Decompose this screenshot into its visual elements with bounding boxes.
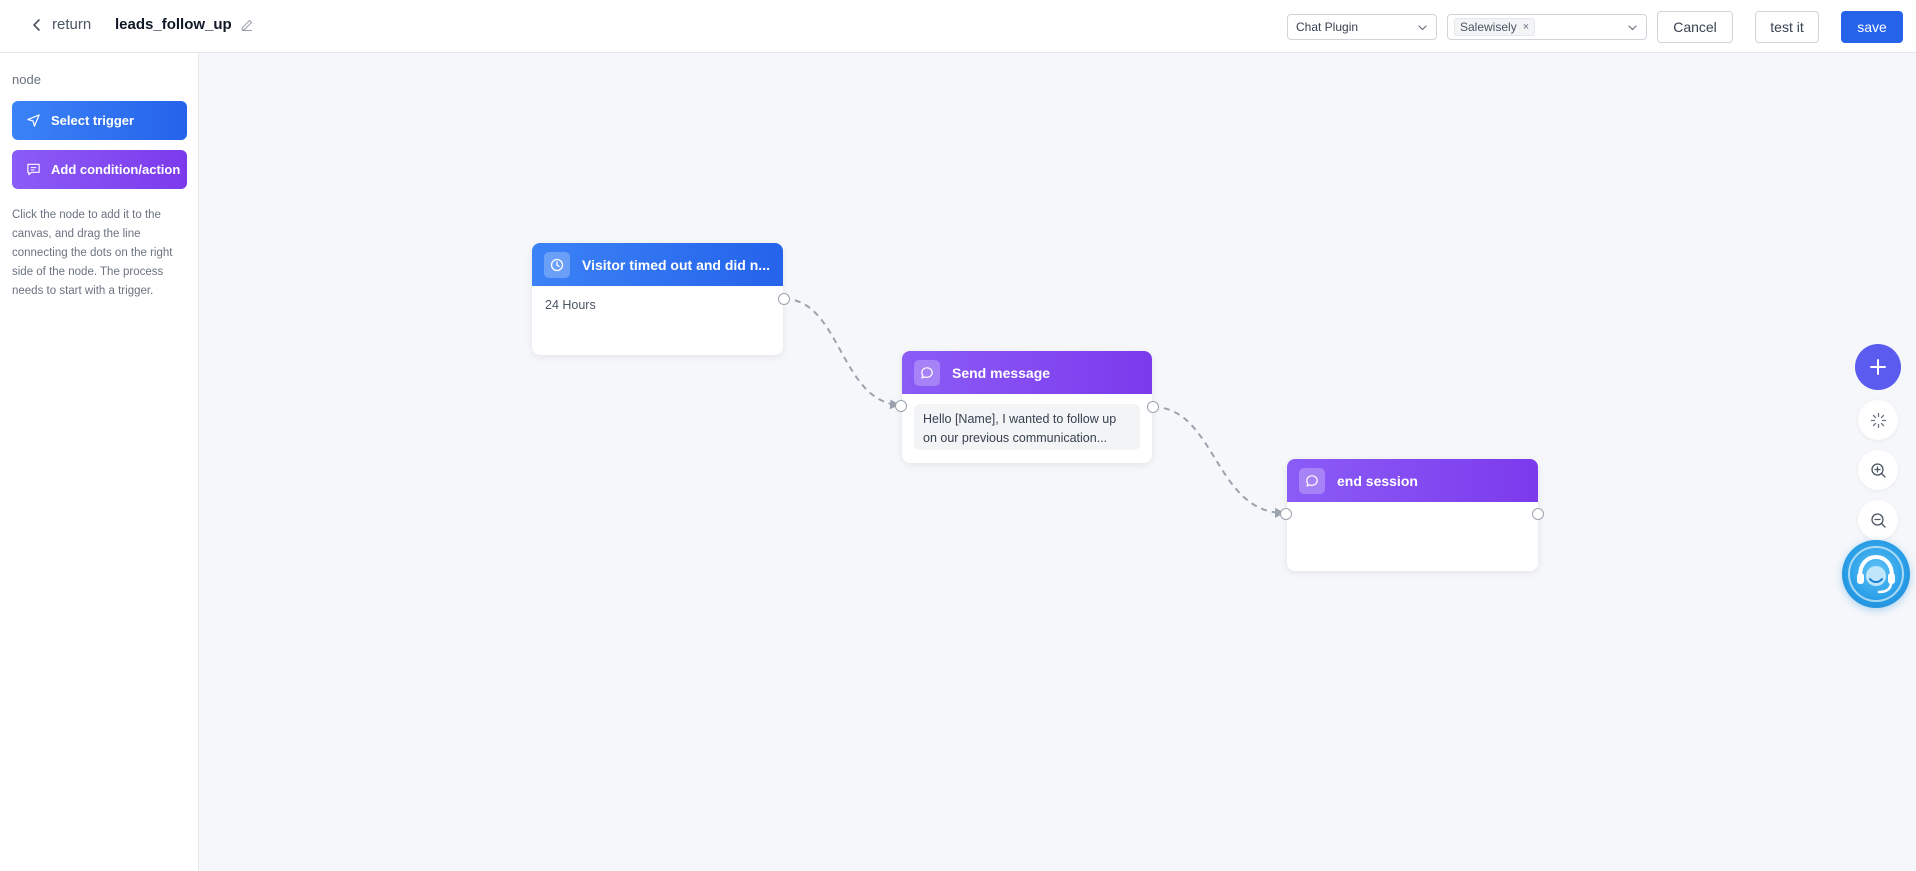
- return-button[interactable]: return: [30, 16, 91, 33]
- select-trigger-label: Select trigger: [51, 113, 135, 128]
- auto-layout-icon: [1870, 412, 1886, 428]
- channel-select-value: Chat Plugin: [1296, 20, 1359, 34]
- trigger-node-header: Visitor timed out and did n...: [532, 243, 783, 286]
- save-button[interactable]: save: [1841, 11, 1903, 43]
- site-tag-remove[interactable]: ×: [1523, 21, 1529, 33]
- site-multiselect[interactable]: Salewisely ×: [1447, 14, 1647, 40]
- select-trigger-button[interactable]: Select trigger: [12, 101, 187, 140]
- flow-title: leads_follow_up: [115, 16, 254, 33]
- zoom-in-button[interactable]: [1858, 450, 1898, 490]
- end-session-node[interactable]: end session: [1287, 459, 1538, 571]
- trigger-node-body: 24 Hours: [532, 286, 783, 324]
- node-palette: node Select trigger Add condition/action…: [0, 53, 199, 871]
- trigger-node-detail: 24 Hours: [545, 298, 596, 312]
- trigger-output-port[interactable]: [778, 293, 790, 305]
- chevron-down-icon: [1628, 25, 1637, 31]
- test-button[interactable]: test it: [1755, 11, 1819, 43]
- plus-icon: [1870, 359, 1886, 375]
- palette-help-text: Click the node to add it to the canvas, …: [12, 209, 173, 297]
- message-square-icon: [27, 163, 40, 176]
- end-session-node-header: end session: [1287, 459, 1538, 502]
- channel-select[interactable]: Chat Plugin: [1287, 14, 1437, 40]
- top-toolbar: return leads_follow_up Chat Plugin Salew…: [0, 0, 1916, 53]
- message-preview: Hello [Name], I wanted to follow up on o…: [914, 404, 1140, 450]
- add-condition-action-button[interactable]: Add condition/action: [12, 150, 187, 189]
- send-message-node-title: Send message: [952, 364, 1051, 381]
- clock-icon: [544, 251, 570, 278]
- site-tag-label: Salewisely: [1460, 20, 1517, 34]
- add-condition-action-label: Add condition/action: [51, 162, 181, 177]
- chevron-left-icon: [33, 18, 40, 31]
- support-chat-button[interactable]: [1842, 540, 1910, 608]
- send-message-node-body: Hello [Name], I wanted to follow up on o…: [902, 394, 1152, 460]
- auto-layout-button[interactable]: [1858, 400, 1898, 440]
- trigger-node-title: Visitor timed out and did n...: [582, 256, 770, 273]
- cancel-button[interactable]: Cancel: [1657, 11, 1733, 43]
- chat-bubble-icon: [1299, 467, 1325, 494]
- zoom-out-icon: [1870, 512, 1886, 528]
- return-label: return: [52, 16, 92, 33]
- trigger-node[interactable]: Visitor timed out and did n... 24 Hours: [532, 243, 783, 355]
- end-input-port[interactable]: [1280, 508, 1292, 520]
- end-output-port[interactable]: [1532, 508, 1544, 520]
- headset-support-icon: [1848, 546, 1904, 602]
- chat-bubble-icon: [914, 359, 940, 386]
- chevron-down-icon: [1418, 25, 1427, 31]
- navigation-arrow-icon: [27, 114, 40, 127]
- flow-name-text: leads_follow_up: [115, 16, 232, 33]
- zoom-in-icon: [1870, 462, 1886, 478]
- end-session-node-title: end session: [1337, 472, 1418, 489]
- site-tag: Salewisely ×: [1454, 18, 1536, 36]
- send-input-port[interactable]: [895, 400, 907, 412]
- send-message-node-header: Send message: [902, 351, 1152, 394]
- zoom-out-button[interactable]: [1858, 500, 1898, 540]
- pencil-icon[interactable]: [240, 18, 254, 32]
- palette-title: node: [12, 72, 41, 87]
- send-message-node[interactable]: Send message Hello [Name], I wanted to f…: [902, 351, 1152, 463]
- send-output-port[interactable]: [1147, 401, 1159, 413]
- add-node-button[interactable]: [1855, 344, 1901, 390]
